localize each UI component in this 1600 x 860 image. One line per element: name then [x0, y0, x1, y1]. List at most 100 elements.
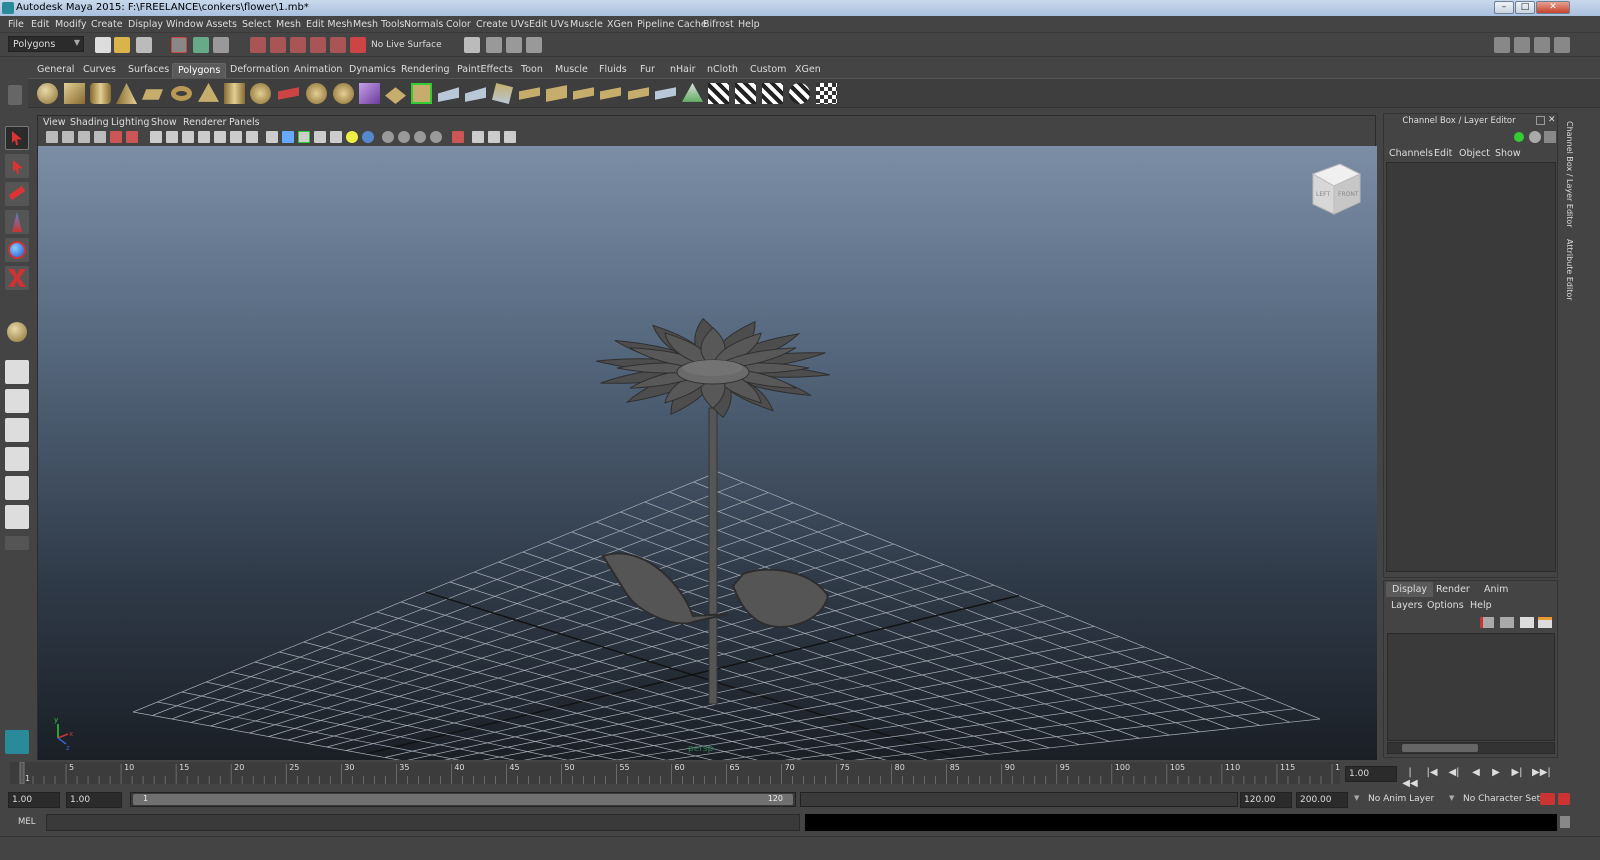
chevron-down-icon[interactable]: ▼ [1449, 794, 1454, 802]
split-icon[interactable] [655, 87, 676, 100]
mirror-icon[interactable] [492, 83, 513, 104]
use-all-lights-icon[interactable] [330, 131, 342, 143]
channel-box-layer-toggle-icon[interactable] [1529, 131, 1541, 143]
show-attribute-editor-icon[interactable] [1514, 37, 1530, 53]
layer-list-scrollbar[interactable] [1387, 742, 1555, 754]
tab-deformation[interactable]: Deformation [225, 63, 294, 78]
outliner-persp-layout-icon[interactable] [5, 418, 29, 442]
bridge-icon[interactable] [573, 87, 594, 100]
move-down-icon[interactable] [1538, 617, 1552, 628]
graph-persp-layout-icon[interactable] [5, 447, 29, 471]
scale-tool-icon[interactable] [5, 266, 29, 290]
menu-select[interactable]: Select [242, 19, 271, 30]
single-pane-layout-icon[interactable] [5, 360, 29, 384]
show-tool-settings-icon[interactable] [1534, 37, 1550, 53]
paint-select-tool-icon[interactable] [5, 182, 29, 206]
minimize-button[interactable]: – [1494, 1, 1514, 14]
menu-mesh[interactable]: Mesh [276, 19, 301, 30]
planar-map-icon[interactable] [789, 83, 810, 104]
channel-box-menu-channels[interactable]: Channels [1389, 148, 1433, 159]
tab-dynamics[interactable]: Dynamics [344, 63, 401, 78]
current-frame-field[interactable]: 1.00 [1345, 766, 1397, 782]
menu-file[interactable]: File [8, 19, 24, 30]
layer-menu-layers[interactable]: Layers [1391, 600, 1422, 611]
wireframe-on-shaded-icon[interactable] [298, 131, 310, 143]
save-scene-icon[interactable] [136, 37, 152, 53]
menu-create-uvs[interactable]: Create UVs [476, 19, 529, 30]
channel-box-menu-object[interactable]: Object [1459, 148, 1490, 159]
panel-menu-lighting[interactable]: Lighting [111, 117, 149, 128]
tab-custom[interactable]: Custom [745, 63, 791, 78]
side-tab-attribute-editor[interactable]: Attribute Editor [1560, 239, 1574, 301]
soccer-ball-icon[interactable] [333, 83, 354, 104]
bevel-icon[interactable] [600, 87, 621, 100]
motion-blur-icon[interactable] [398, 131, 410, 143]
playback-end-field[interactable]: 120.00 [1240, 792, 1292, 808]
menu-muscle[interactable]: Muscle [570, 19, 603, 30]
select-camera-icon[interactable] [46, 131, 58, 143]
tab-toon[interactable]: Toon [516, 63, 548, 78]
snap-curve-icon[interactable] [270, 37, 286, 53]
poly-helix-icon[interactable] [250, 83, 271, 104]
field-chart-icon[interactable] [214, 131, 226, 143]
uv-editor-icon[interactable] [762, 83, 783, 104]
menu-bifrost[interactable]: Bifrost [703, 19, 734, 30]
show-modeling-toolkit-icon[interactable] [1494, 37, 1510, 53]
layer-tab-anim[interactable]: Anim [1478, 582, 1514, 597]
side-tab-channel-box[interactable]: Channel Box / Layer Editor [1560, 121, 1574, 228]
menu-mesh-tools[interactable]: Mesh Tools [353, 19, 404, 30]
channel-box-menu-show[interactable]: Show [1495, 148, 1521, 159]
tab-polygons[interactable]: Polygons [172, 63, 227, 78]
tab-animation[interactable]: Animation [289, 63, 347, 78]
append-icon[interactable] [519, 87, 540, 100]
scene-canvas[interactable]: LEFT FRONT y x z [38, 146, 1377, 760]
select-tool-icon[interactable] [5, 126, 29, 150]
poly-cylinder-icon[interactable] [90, 83, 111, 104]
menu-normals[interactable]: Normals [404, 19, 443, 30]
two-d-pan-zoom-icon[interactable] [110, 131, 122, 143]
four-pane-layout-icon[interactable] [5, 389, 29, 413]
tab-rendering[interactable]: Rendering [396, 63, 455, 78]
camera-attributes-icon[interactable] [62, 131, 74, 143]
xray-joints-icon[interactable] [488, 131, 500, 143]
select-hierarchy-icon[interactable] [171, 37, 187, 53]
menu-modify[interactable]: Modify [55, 19, 86, 30]
go-to-end-button[interactable]: ▶▶| [1532, 767, 1551, 781]
animation-preferences-icon[interactable] [1558, 793, 1570, 805]
gate-mask-icon[interactable] [198, 131, 210, 143]
close-button[interactable]: ✕ [1536, 1, 1570, 14]
time-slider[interactable]: 1 5 10 15 20 25 30 35 40 45 50 55 60 65 70 75 80 85 90 95 10… [10, 762, 1340, 784]
move-tool-icon[interactable] [5, 210, 29, 234]
snap-point-icon[interactable] [290, 37, 306, 53]
poly-separate-icon[interactable] [385, 87, 406, 104]
textured-icon[interactable] [314, 131, 326, 143]
snap-live-icon[interactable] [330, 37, 346, 53]
grid-icon[interactable] [150, 131, 162, 143]
tab-xgen[interactable]: XGen [790, 63, 826, 78]
menu-create[interactable]: Create [91, 19, 123, 30]
wireframe-icon[interactable] [266, 131, 278, 143]
ambient-occlusion-icon[interactable] [382, 131, 394, 143]
magnet-icon[interactable] [350, 37, 366, 53]
render-settings-icon[interactable] [526, 37, 542, 53]
snap-grid-icon[interactable] [250, 37, 266, 53]
isolate-select-icon[interactable] [452, 131, 464, 143]
chevron-down-icon[interactable]: ▼ [1354, 794, 1359, 802]
pin-icon[interactable] [1544, 131, 1556, 143]
animation-start-field[interactable]: 1.00 [8, 792, 60, 808]
rotate-tool-icon[interactable] [5, 238, 29, 262]
tab-general[interactable]: General [32, 63, 79, 78]
menu-help[interactable]: Help [738, 19, 760, 30]
tab-surfaces[interactable]: Surfaces [123, 63, 174, 78]
layer-tab-display[interactable]: Display [1386, 582, 1434, 597]
menu-edit-uvs[interactable]: Edit UVs [529, 19, 569, 30]
layer-menu-options[interactable]: Options [1427, 600, 1464, 611]
depth-of-field-icon[interactable] [430, 131, 442, 143]
smooth-icon[interactable] [438, 87, 459, 102]
xray-icon[interactable] [472, 131, 484, 143]
default-light-icon[interactable] [346, 131, 358, 143]
safe-action-icon[interactable] [230, 131, 242, 143]
smooth-shade-icon[interactable] [282, 131, 294, 143]
anim-layer-label[interactable]: No Anim Layer [1368, 794, 1434, 804]
move-up-icon[interactable] [1520, 617, 1534, 628]
